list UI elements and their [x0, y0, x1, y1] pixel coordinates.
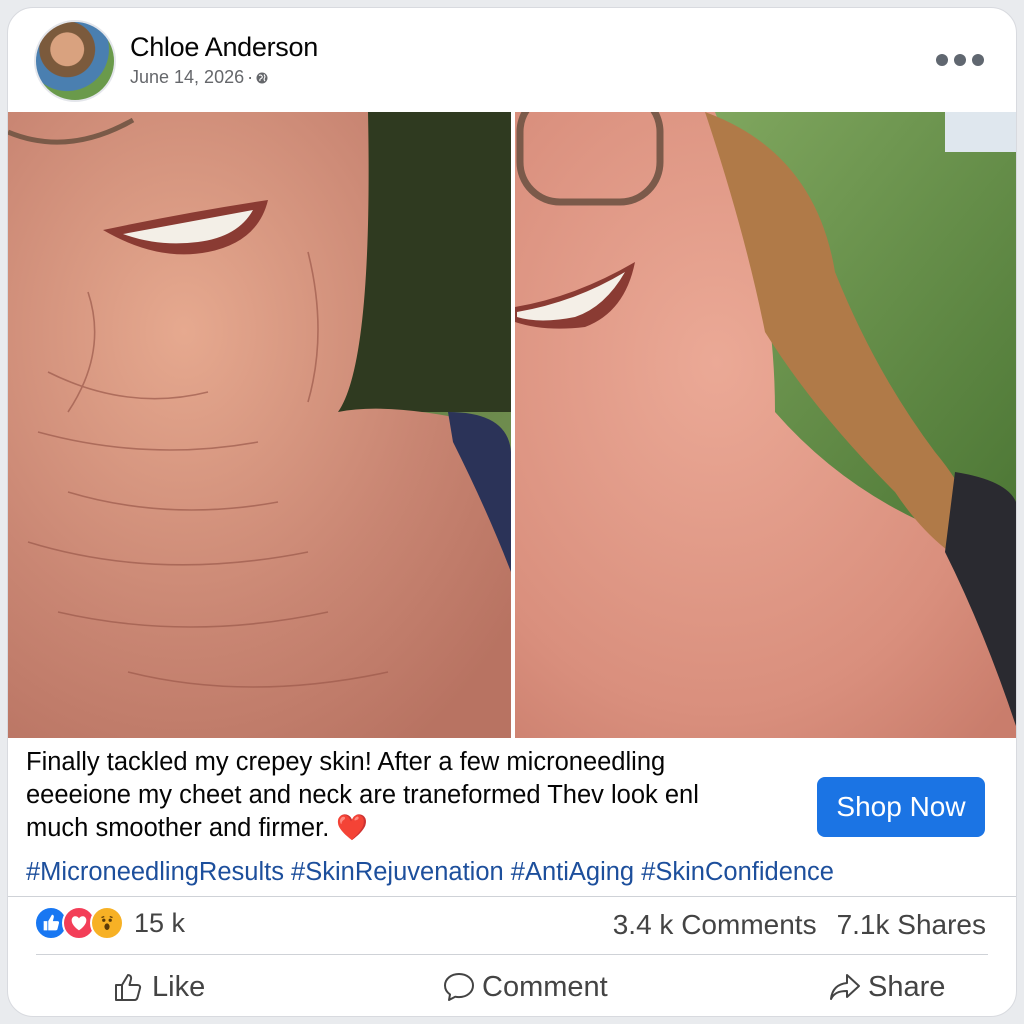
reactions-summary[interactable]: 15 k — [34, 906, 185, 940]
before-photo-image — [8, 112, 511, 738]
reaction-count: 15 k — [134, 907, 186, 938]
globe-icon — [256, 72, 268, 83]
before-photo[interactable] — [8, 112, 511, 738]
divider — [36, 954, 988, 955]
after-photo[interactable] — [515, 112, 1016, 738]
shares-count[interactable]: 7.1k Shares — [837, 909, 986, 941]
meta-separator: · — [247, 67, 254, 87]
like-label: Like — [152, 970, 206, 1003]
hashtags[interactable]: #MicroneedlingResults #SkinRejuvenation … — [26, 858, 834, 887]
comment-label: Comment — [482, 970, 608, 1003]
post-date[interactable]: June 14, 2026 — [130, 67, 244, 88]
post-meta: June 14, 2026 · — [130, 67, 268, 88]
action-bar: Like Comment Share — [8, 964, 1016, 1010]
divider — [8, 896, 1016, 897]
share-label: Share — [868, 970, 946, 1003]
post-text: Finally tackled my crepey skin! After a … — [26, 746, 816, 845]
like-button[interactable]: Like — [112, 964, 205, 1010]
thumbs-up-icon — [115, 974, 142, 1001]
avatar[interactable] — [34, 20, 116, 102]
shop-now-button[interactable]: Shop Now — [817, 777, 985, 837]
dot — [954, 54, 966, 66]
author-name[interactable]: Chloe Anderson — [130, 32, 318, 63]
comments-count[interactable]: 3.4 k Comments — [613, 909, 817, 941]
share-button[interactable]: Share — [828, 964, 945, 1010]
wow-reaction-icon — [90, 906, 124, 940]
post-text-line: much smoother and firmer. ❤️ — [26, 814, 369, 842]
share-icon — [830, 974, 860, 1000]
comment-button[interactable]: Comment — [442, 964, 608, 1010]
dot — [972, 54, 984, 66]
post-card: Chloe Anderson June 14, 2026 · Finally t… — [7, 7, 1017, 1017]
post-photos[interactable] — [8, 112, 1016, 738]
engagement-stats: 3.4 k Comments 7.1k Shares — [613, 909, 986, 941]
dot — [936, 54, 948, 66]
post-text-line: eeeeione my cheet and neck are traneform… — [26, 781, 699, 809]
after-photo-image — [515, 112, 1016, 738]
more-options-icon[interactable] — [936, 54, 984, 66]
post-text-line: Finally tackled my crepey skin! After a … — [26, 748, 666, 776]
comment-icon — [444, 973, 474, 1001]
